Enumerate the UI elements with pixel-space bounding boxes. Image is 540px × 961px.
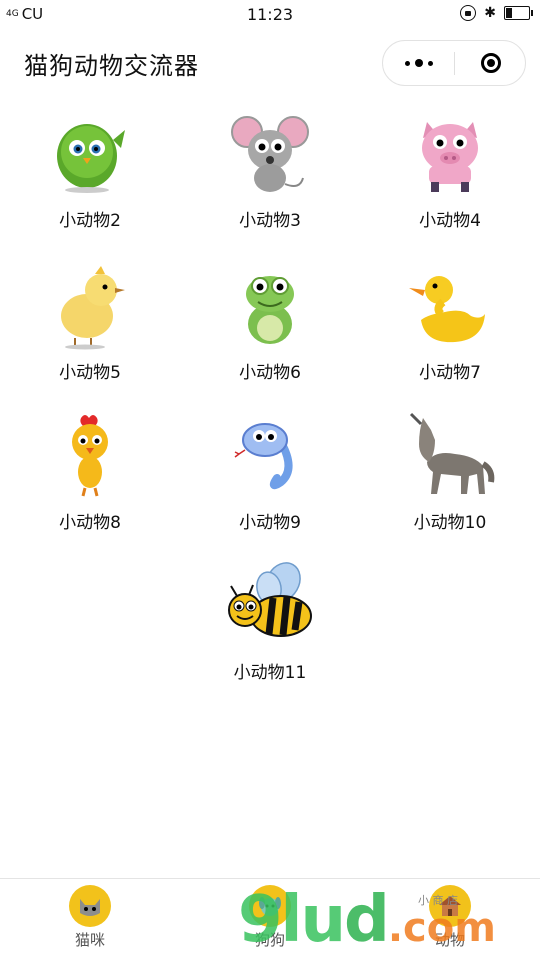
rooster-icon xyxy=(72,415,108,497)
page-title: 猫狗动物交流器 xyxy=(24,52,199,80)
status-right: ✱ xyxy=(460,5,533,21)
animal-label: 小动物11 xyxy=(233,663,307,683)
watermark-note: 小 商 店 xyxy=(418,894,458,907)
close-mini-program-button[interactable] xyxy=(455,41,527,85)
more-button[interactable] xyxy=(383,41,455,85)
status-bar: 4G CU 11:23 ✱ xyxy=(0,0,540,30)
clock: 11:23 xyxy=(246,5,294,24)
animal-label: 小动物5 xyxy=(59,363,121,383)
rotation-lock-icon xyxy=(460,5,477,21)
animal-label: 小动物7 xyxy=(419,363,481,383)
battery-icon xyxy=(504,6,533,20)
animal-item[interactable]: 小动物10 xyxy=(360,410,540,533)
animal-item[interactable]: 小动物6 xyxy=(180,260,360,383)
animal-label: 小动物2 xyxy=(59,211,121,231)
animal-item[interactable]: 小动物8 xyxy=(0,410,180,533)
frog-icon xyxy=(246,276,294,344)
animal-item[interactable]: 小动物3 xyxy=(180,108,360,231)
animal-label: 小动物6 xyxy=(239,363,301,383)
mouse-icon xyxy=(231,116,309,192)
animal-item[interactable]: 小动物4 xyxy=(360,108,540,231)
bee-icon xyxy=(228,562,312,637)
target-icon xyxy=(481,53,501,73)
watermark-text: d xyxy=(344,883,390,957)
dot-icon xyxy=(415,59,423,67)
cat-icon xyxy=(69,885,111,927)
animal-item[interactable]: 小动物2 xyxy=(0,108,180,231)
duck-icon xyxy=(409,276,485,343)
green-bird-icon xyxy=(57,124,125,193)
mini-program-capsule xyxy=(382,40,526,86)
animal-item[interactable]: 小动物7 xyxy=(360,260,540,383)
watermark-domain: .com xyxy=(387,905,496,951)
wolf-icon xyxy=(409,412,495,494)
animal-label: 小动物4 xyxy=(419,211,481,231)
animal-label: 小动物3 xyxy=(239,211,301,231)
tab-label: 猫咪 xyxy=(74,931,105,949)
animal-label: 小动物10 xyxy=(413,513,487,533)
animal-item[interactable]: 小动物9 xyxy=(180,410,360,533)
pig-icon xyxy=(422,122,478,192)
animal-label: 小动物9 xyxy=(239,513,301,533)
snake-icon xyxy=(234,423,293,490)
dot-icon xyxy=(428,60,433,66)
animal-item[interactable]: 小动物11 xyxy=(180,560,360,683)
chick-icon xyxy=(61,266,125,350)
bluetooth-icon: ✱ xyxy=(484,5,496,21)
watermark-text: 9lu xyxy=(238,883,346,957)
tab-cats[interactable]: 猫咪 xyxy=(0,885,180,950)
animal-label: 小动物8 xyxy=(59,513,121,533)
animal-item[interactable]: 小动物5 xyxy=(0,260,180,383)
dot-icon xyxy=(405,60,410,66)
